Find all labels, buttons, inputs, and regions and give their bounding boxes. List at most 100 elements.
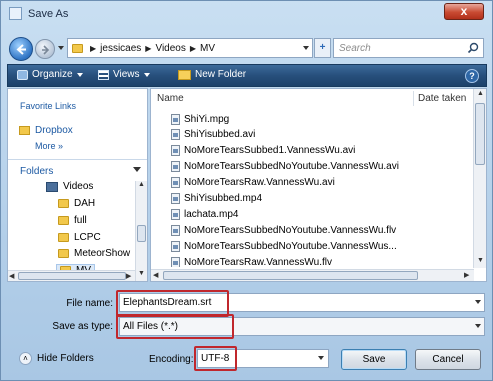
file-name: ShiYisubbed.avi: [184, 129, 256, 140]
file-item[interactable]: NoMoreTearsSubbedNoYoutube.VannessWu.avi: [171, 161, 399, 172]
video-file-icon: [171, 209, 180, 220]
new-folder-icon: [178, 69, 191, 80]
favorite-link-dropbox[interactable]: Dropbox: [35, 125, 73, 136]
file-item[interactable]: NoMoreTearsSubbed1.VannessWu.avi: [171, 145, 355, 156]
back-button[interactable]: [9, 37, 33, 61]
scroll-left-icon[interactable]: ◀: [9, 272, 14, 280]
tree-item-full[interactable]: full: [58, 215, 87, 226]
folder-icon: [19, 126, 30, 135]
video-folder-icon: [46, 181, 58, 192]
scrollbar-thumb[interactable]: [475, 103, 485, 165]
recent-pages-chevron-icon[interactable]: [58, 46, 64, 50]
forward-button[interactable]: [35, 39, 55, 59]
file-item[interactable]: ShiYi.mpg: [171, 114, 229, 125]
breadcrumb-chevron-icon[interactable]: ▶: [190, 44, 196, 53]
scrollbar-thumb[interactable]: [163, 271, 418, 280]
more-links-button[interactable]: More »: [35, 141, 63, 151]
folder-icon: [58, 233, 69, 242]
highlight-box: [116, 314, 234, 339]
navigation-pane: Favorite Links Dropbox More » Folders Vi…: [7, 88, 148, 282]
title-bar: Save As x: [1, 1, 492, 27]
scroll-right-icon[interactable]: ▶: [464, 271, 469, 279]
tree-item-lcpc[interactable]: LCPC: [58, 232, 101, 243]
new-folder-label: New Folder: [195, 69, 247, 80]
file-name: lachata.mp4: [184, 209, 239, 220]
new-folder-button[interactable]: New Folder: [178, 69, 246, 80]
video-file-icon: [171, 129, 180, 140]
video-file-icon: [171, 225, 180, 236]
search-icon[interactable]: [467, 42, 479, 54]
breadcrumb-chevron-icon[interactable]: ▶: [90, 44, 96, 53]
search-placeholder: Search: [339, 43, 371, 54]
column-header-name[interactable]: Name: [157, 93, 184, 104]
scroll-up-icon[interactable]: ▲: [138, 181, 145, 188]
scrollbar-thumb[interactable]: [137, 225, 146, 242]
video-file-icon: [171, 145, 180, 156]
back-arrow-icon: [16, 44, 26, 55]
address-bar[interactable]: ▶ jessicaes ▶ Videos ▶ MV: [67, 38, 313, 58]
chevron-down-icon[interactable]: [318, 356, 324, 360]
file-list-hscrollbar[interactable]: ◀ ▶: [151, 269, 474, 281]
chevron-up-icon: ˄: [19, 352, 32, 365]
organize-label: Organize: [32, 69, 73, 80]
tree-item-videos[interactable]: Videos: [46, 181, 93, 192]
highlight-box: [194, 346, 237, 371]
views-icon: [98, 69, 109, 80]
folder-icon: [58, 249, 69, 258]
file-item[interactable]: ShiYisubbed.avi: [171, 129, 255, 140]
organize-button[interactable]: Organize: [17, 69, 83, 80]
file-item[interactable]: NoMoreTearsSubbedNoYoutube.VannessWu.flv: [171, 225, 396, 236]
file-item[interactable]: lachata.mp4: [171, 209, 238, 220]
folder-tree-hscrollbar[interactable]: ◀ ▶: [8, 270, 135, 281]
scroll-left-icon[interactable]: ◀: [153, 271, 158, 279]
cancel-button[interactable]: Cancel: [415, 349, 481, 370]
refresh-button[interactable]: +: [314, 38, 331, 58]
window-title: Save As: [28, 8, 69, 20]
file-name: ShiYi.mpg: [184, 114, 230, 125]
scroll-up-icon[interactable]: ▲: [477, 90, 484, 97]
forward-arrow-icon: [42, 45, 50, 55]
video-file-icon: [171, 177, 180, 188]
save-button[interactable]: Save: [341, 349, 407, 370]
chevron-down-icon: [143, 72, 150, 77]
column-divider[interactable]: [413, 91, 414, 106]
file-name: NoMoreTearsRaw.VannessWu.flv: [184, 257, 333, 267]
breadcrumb-jessicaes[interactable]: jessicaes: [100, 43, 141, 54]
file-item[interactable]: NoMoreTearsRaw.VannessWu.avi: [171, 177, 335, 188]
close-button[interactable]: x: [444, 3, 484, 20]
column-header-date-taken[interactable]: Date taken: [418, 93, 466, 104]
folder-tree-scrollbar[interactable]: ▲ ▼: [135, 181, 147, 281]
address-dropdown-icon[interactable]: [303, 46, 309, 50]
chevron-down-icon[interactable]: [133, 167, 141, 172]
tree-item-label: full: [74, 215, 87, 226]
scroll-right-icon[interactable]: ▶: [126, 272, 131, 280]
scrollbar-thumb[interactable]: [18, 272, 126, 280]
search-input[interactable]: Search: [333, 38, 484, 58]
file-item[interactable]: NoMoreTearsRaw.VannessWu.flv: [171, 257, 332, 267]
hide-folders-button[interactable]: ˄ Hide Folders: [19, 352, 94, 365]
scroll-down-icon[interactable]: ▼: [138, 270, 145, 277]
divider: [8, 159, 147, 160]
window-icon: [9, 7, 22, 20]
tree-item-dah[interactable]: DAH: [58, 198, 95, 209]
folders-heading[interactable]: Folders: [20, 166, 53, 177]
tree-item-label: DAH: [74, 198, 96, 209]
folder-icon: [72, 43, 83, 53]
scroll-down-icon[interactable]: ▼: [477, 257, 484, 264]
chevron-down-icon[interactable]: [475, 300, 481, 304]
tree-item-meteorshow[interactable]: MeteorShow: [58, 248, 130, 259]
highlight-box: [116, 290, 229, 317]
video-file-icon: [171, 161, 180, 172]
breadcrumb-videos[interactable]: Videos: [155, 43, 185, 54]
file-item[interactable]: NoMoreTearsSubbedNoYoutube.VannessWus...: [171, 241, 397, 252]
file-list-scrollbar[interactable]: ▲ ▼: [473, 89, 486, 268]
video-file-icon: [171, 257, 180, 267]
help-icon[interactable]: ?: [465, 69, 479, 83]
breadcrumb-mv[interactable]: MV: [200, 43, 215, 54]
command-toolbar: Organize Views New Folder ?: [7, 64, 487, 87]
chevron-down-icon[interactable]: [475, 324, 481, 328]
breadcrumb-chevron-icon[interactable]: ▶: [145, 44, 151, 53]
file-item[interactable]: ShiYisubbed.mp4: [171, 193, 262, 204]
views-button[interactable]: Views: [98, 69, 150, 80]
video-file-icon: [171, 241, 180, 252]
